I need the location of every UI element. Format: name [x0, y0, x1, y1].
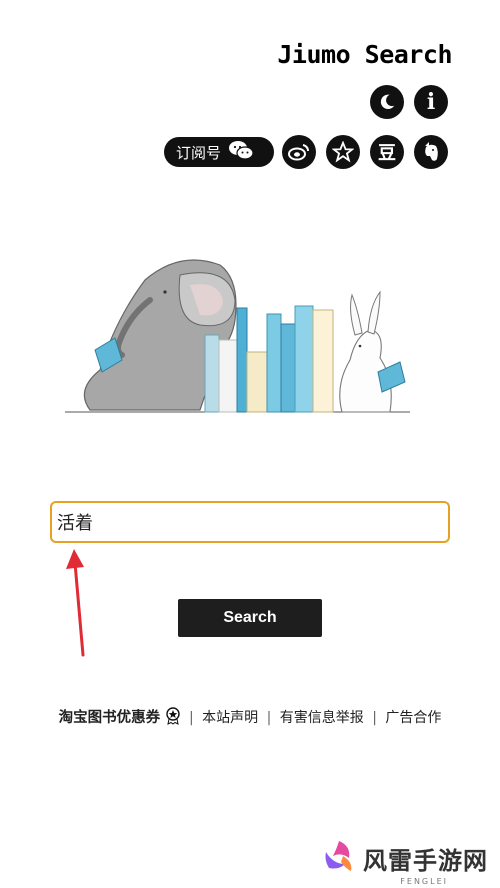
subscription-button[interactable]: 订阅号: [164, 137, 274, 167]
wechat-icon: [227, 139, 255, 165]
search-button[interactable]: Search: [178, 599, 322, 637]
separator: |: [372, 710, 377, 726]
award-icon: [165, 707, 181, 732]
bookend-illustration: [65, 259, 410, 413]
site-logo[interactable]: Jiumo Search: [277, 40, 452, 69]
taobao-coupon-link[interactable]: 淘宝图书优惠券: [59, 710, 161, 726]
separator: |: [188, 710, 194, 726]
weibo-icon[interactable]: [282, 135, 316, 169]
watermark: 风雷手游网 FENGLEI: [321, 838, 488, 886]
search-box[interactable]: [50, 501, 450, 543]
info-icon[interactable]: i: [414, 85, 448, 119]
separator: |: [266, 710, 272, 726]
moon-icon[interactable]: [370, 85, 404, 119]
evernote-icon[interactable]: [414, 135, 448, 169]
ad-cooperation-link[interactable]: 广告合作: [385, 710, 441, 726]
watermark-logo-icon: [321, 838, 357, 878]
star-icon[interactable]: [326, 135, 360, 169]
report-link[interactable]: 有害信息举报: [280, 710, 364, 726]
watermark-sub: FENGLEI: [400, 877, 448, 886]
watermark-brand: 风雷手游网: [363, 846, 488, 875]
search-input[interactable]: [52, 510, 448, 534]
statement-link[interactable]: 本站声明: [202, 710, 258, 726]
subscription-label: 订阅号: [176, 143, 222, 162]
douban-icon[interactable]: 豆: [370, 135, 404, 169]
footer-links: 淘宝图书优惠券 | 本站声明 | 有害信息举报 | 广告合作: [40, 707, 460, 732]
annotation-arrow: [66, 549, 85, 657]
